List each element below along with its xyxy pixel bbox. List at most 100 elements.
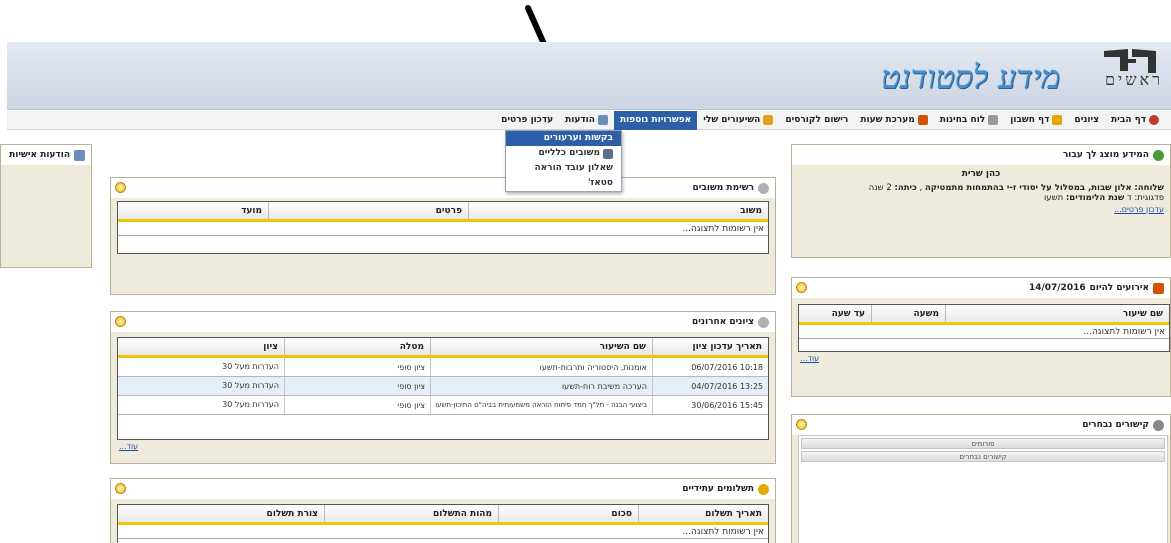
panel-title: המידע מוצג לך עבור [1062,150,1149,160]
col-payment-date[interactable]: תאריך תשלום [638,505,768,522]
nav-label: מערכת שעות [860,115,915,125]
table-row[interactable]: 10:18 06/07/2016 אומנות, היסטוריה ותרבות… [118,358,768,377]
collapse-button[interactable] [115,182,126,193]
panel-header: רשימת משובים [111,178,775,198]
col-payment-type[interactable]: מהות התשלום [324,505,498,522]
menu-item-label: שאלון עובד הוראה [534,163,613,173]
panel-header: ציונים אחרונים [111,312,775,332]
menu-item-label: משובים כלליים [538,148,600,158]
nav-item-schedule[interactable]: מערכת שעות [854,111,933,130]
more-events-link[interactable]: עוד... [800,354,819,363]
panel-title: הודעות אישיות [9,150,70,160]
menu-item-general-feedback[interactable]: משובים כלליים [506,146,621,161]
exam-icon [988,115,999,125]
table-header: שם שיעור משעה עד שעה [799,305,1169,325]
year-line: פדגוגית: ד שנת הלימודים: תשעו [798,193,1164,203]
link-selected-links[interactable]: קישורים נבחרים [801,451,1165,462]
collapse-button[interactable] [115,316,126,327]
recent-grades-panel: ציונים אחרונים תאריך עדכון ציון שם השיעו… [110,311,776,464]
nav-label: דף הבית [1111,115,1146,125]
events-table: שם שיעור משעה עד שעה אין רשומות לתצוגה..… [798,304,1170,352]
link-forums[interactable]: פורומים [801,438,1165,449]
collapse-button[interactable] [115,483,126,494]
update-details-link[interactable]: עדכון פרטים... [1114,205,1164,214]
panel-header: אירועים להיום 14/07/2016 [792,278,1170,298]
nav-item-account[interactable]: דף חשבון [1004,111,1068,130]
user-icon [758,182,769,194]
ped-label: פדגוגית: [1134,193,1164,203]
empty-message: אין רשומות לתצוגה... [118,525,768,539]
cell-date: 15:45 30/06/2016 [652,396,768,414]
col-grade[interactable]: ציון [118,338,284,355]
panel-title: אירועים להיום [1089,283,1149,293]
table-header: תאריך תשלום סכום מהות התשלום צורת תשלום [118,505,768,525]
panel-title: רשימת משובים [692,183,754,193]
table-row[interactable]: 15:45 30/06/2016 ביצועי הבנה - תל"ך חמד … [118,396,768,415]
more-grades-link[interactable]: עוד... [119,442,138,451]
panel-title: תשלומים עתידיים [682,484,754,494]
table-header: משוב פרטים מועד [118,202,768,222]
home-icon [1149,115,1159,125]
menu-item-requests-appeals[interactable]: בקשות וערעורים [506,131,621,146]
year-label: שנת הלימודים: [1065,193,1125,203]
collapse-button[interactable] [796,419,807,430]
cell-task: ציון סופי [284,396,430,414]
nav-label: רישום לקורסים [785,115,849,125]
nav-label: אפשרויות נוספות [619,115,692,125]
col-lesson-name[interactable]: שם שיעור [945,305,1169,322]
table-row[interactable]: 13:25 04/07/2016 הערכה משיבת רוח-תשעו צי… [118,377,768,396]
nav-item-registration[interactable]: רישום לקורסים [779,111,854,130]
track-value: אלון שבות, במסלול על יסודי ז-י בהתמחות מ… [924,183,1132,193]
nav-item-home[interactable]: דף הבית [1105,111,1165,130]
grades-table: תאריך עדכון ציון שם השיעור מטלה ציון 10:… [117,337,769,440]
nav-label: השיעורים שלי [703,115,761,125]
nav-item-grades[interactable]: ציונים [1068,111,1105,130]
panel-body: כהן שרית שלוחה: אלון שבות, במסלול על יסו… [792,165,1170,257]
col-from-hour[interactable]: משעה [871,305,945,322]
panel-header: תשלומים עתידיים [111,479,775,499]
nav-item-messages[interactable]: הודעות [559,111,614,130]
col-task[interactable]: מטלה [284,338,430,355]
menu-item-teacher-questionnaire[interactable]: שאלון עובד הוראה [506,161,621,176]
more-options-dropdown: בקשות וערעורים משובים כלליים שאלון עובד … [505,130,622,192]
student-name: כהן שרית [961,169,1001,179]
menu-item-internship[interactable]: סטאז' [506,176,621,191]
col-update-date[interactable]: תאריך עדכון ציון [652,338,768,355]
nav-item-update-details[interactable]: עדכון פרטים [495,111,559,130]
future-payments-panel: תשלומים עתידיים תאריך תשלום סכום מהות הת… [110,478,776,543]
menu-item-label: סטאז' [587,178,613,188]
nav-item-more-options[interactable]: אפשרויות נוספות [613,110,698,130]
col-payment-method[interactable]: צורת תשלום [118,505,324,522]
personal-messages-panel: הודעות אישיות [0,144,92,268]
col-feedback[interactable]: משוב [468,202,768,219]
cell-grade: העדרות מעל 30 [222,362,279,371]
col-course-name[interactable]: שם השיעור [430,338,652,355]
feedback-icon [603,148,613,159]
table-header: תאריך עדכון ציון שם השיעור מטלה ציון [118,338,768,358]
feedback-table: משוב פרטים מועד אין רשומות לתצוגה... [117,201,769,254]
class-value: 2 שנה [868,183,892,193]
cell-task: ציון סופי [284,358,430,376]
coins-icon [758,483,769,495]
payments-table: תאריך תשלום סכום מהות התשלום צורת תשלום … [117,504,769,543]
calendar-icon [917,115,928,125]
nav-label: הודעות [565,115,595,125]
site-title: מידע לסטודנט [880,58,1060,96]
col-date[interactable]: מועד [118,202,268,219]
panel-title: ציונים אחרונים [692,317,754,327]
panel-body [1,165,91,267]
col-amount[interactable]: סכום [498,505,638,522]
cell-task: ציון סופי [284,377,430,395]
class-label: כיתה: [894,183,917,193]
messages-icon [597,115,608,125]
notebook-icon [763,115,774,125]
col-to-hour[interactable]: עד שעה [799,305,871,322]
calendar-icon [1153,282,1164,294]
collapse-button[interactable] [796,282,807,293]
cell-date: 10:18 06/07/2016 [652,358,768,376]
col-details[interactable]: פרטים [268,202,468,219]
nav-item-exams[interactable]: לוח בחינות [934,111,1005,130]
student-info-panel: המידע מוצג לך עבור כהן שרית שלוחה: אלון … [791,144,1171,258]
nav-item-my-lessons[interactable]: השיעורים שלי [697,111,779,130]
cell-course: ביצועי הבנה - תל"ך חמד פיתוח הוראה משמעו… [430,396,652,414]
